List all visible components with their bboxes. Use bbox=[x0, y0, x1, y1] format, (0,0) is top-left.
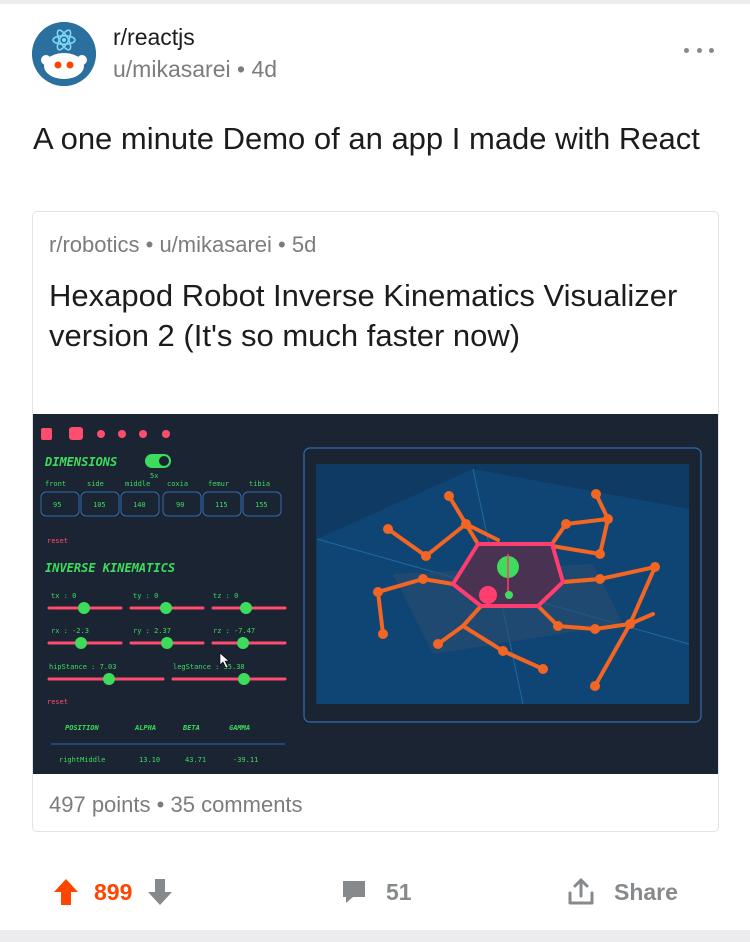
comments-button[interactable]: 51 bbox=[340, 866, 412, 918]
crosspost-card[interactable]: r/robotics • u/mikasarei • 5d Hexapod Ro… bbox=[32, 211, 719, 832]
crosspost-author[interactable]: u/mikasarei bbox=[159, 232, 271, 257]
crosspost-age: 5d bbox=[291, 232, 317, 257]
svg-text:43.71: 43.71 bbox=[185, 756, 206, 764]
svg-text:155: 155 bbox=[255, 501, 268, 509]
reddit-snoo-icon bbox=[32, 22, 96, 86]
crosspost-subreddit[interactable]: r/robotics bbox=[49, 232, 139, 257]
subreddit-name[interactable]: r/reactjs bbox=[113, 24, 195, 51]
svg-text:reset: reset bbox=[47, 698, 68, 706]
meta-separator: • bbox=[237, 56, 252, 82]
svg-text:115: 115 bbox=[215, 501, 228, 509]
share-button[interactable]: Share bbox=[566, 866, 678, 918]
upvote-arrow-icon[interactable] bbox=[52, 877, 80, 907]
svg-text:ALPHA: ALPHA bbox=[134, 724, 156, 732]
downvote-arrow-icon[interactable] bbox=[146, 877, 174, 907]
bottom-divider bbox=[0, 930, 750, 942]
svg-text:105: 105 bbox=[93, 501, 106, 509]
dot-icon bbox=[684, 47, 689, 53]
svg-text:140: 140 bbox=[133, 501, 146, 509]
svg-text:tx : 0: tx : 0 bbox=[51, 592, 76, 600]
crosspost-meta: r/robotics • u/mikasarei • 5d bbox=[49, 232, 317, 257]
svg-text:13.10: 13.10 bbox=[139, 756, 160, 764]
vote-score: 899 bbox=[94, 878, 133, 905]
svg-text:rightMiddle: rightMiddle bbox=[59, 756, 105, 764]
svg-text:tz : 0: tz : 0 bbox=[213, 592, 238, 600]
vote-controls: 899 bbox=[52, 866, 174, 918]
post-title[interactable]: A one minute Demo of an app I made with … bbox=[33, 118, 723, 159]
hexapod-app-screenshot: DIMENSIONS 5x front side middle coxia fe… bbox=[33, 414, 718, 774]
svg-text:rx : -2.3: rx : -2.3 bbox=[51, 627, 89, 635]
svg-text:ry : 2.37: ry : 2.37 bbox=[133, 627, 171, 635]
comment-count: 51 bbox=[386, 878, 412, 905]
share-label: Share bbox=[614, 878, 678, 905]
author-link[interactable]: u/mikasarei bbox=[113, 56, 231, 82]
more-options-button[interactable] bbox=[680, 38, 718, 62]
svg-text:front: front bbox=[45, 480, 66, 488]
svg-text:rz : -7.47: rz : -7.47 bbox=[213, 627, 255, 635]
svg-text:side: side bbox=[87, 480, 104, 488]
svg-text:POSITION: POSITION bbox=[65, 724, 100, 732]
svg-text:BETA: BETA bbox=[182, 724, 200, 732]
dot-icon bbox=[696, 47, 702, 53]
svg-text:tibia: tibia bbox=[249, 480, 270, 488]
svg-text:ty : 0: ty : 0 bbox=[133, 592, 158, 600]
crosspost-points: 497 points bbox=[49, 792, 151, 817]
svg-text:middle: middle bbox=[125, 480, 150, 488]
svg-text:5x: 5x bbox=[150, 472, 158, 480]
ik-title: INVERSE KINEMATICS bbox=[45, 561, 175, 575]
post-action-bar: 899 51 Share bbox=[0, 866, 750, 918]
video-preview[interactable]: DIMENSIONS 5x front side middle coxia fe… bbox=[33, 414, 718, 774]
comment-bubble-icon bbox=[343, 881, 365, 903]
svg-text:95: 95 bbox=[53, 501, 61, 509]
svg-text:reset: reset bbox=[47, 537, 68, 545]
crosspost-comments[interactable]: 35 comments bbox=[170, 792, 302, 817]
dot-icon bbox=[709, 47, 714, 53]
post-card[interactable]: r/reactjs u/mikasarei • 4d A one minute … bbox=[0, 4, 750, 930]
dimensions-title: DIMENSIONS bbox=[44, 455, 117, 469]
svg-text:hipStance : 7.03: hipStance : 7.03 bbox=[49, 663, 116, 671]
svg-text:90: 90 bbox=[176, 501, 184, 509]
share-upload-icon bbox=[568, 878, 594, 905]
svg-text:legStance : 35.38: legStance : 35.38 bbox=[173, 663, 245, 671]
github-icon bbox=[69, 427, 83, 440]
svg-text:GAMMA: GAMMA bbox=[229, 724, 250, 732]
svg-text:-39.11: -39.11 bbox=[233, 756, 258, 764]
svg-text:femur: femur bbox=[208, 480, 229, 488]
post-age: 4d bbox=[251, 56, 278, 82]
crosspost-stats: 497 points • 35 comments bbox=[49, 792, 303, 817]
subreddit-avatar[interactable] bbox=[32, 22, 96, 86]
coffee-icon bbox=[41, 428, 52, 440]
post-meta: u/mikasarei • 4d bbox=[113, 56, 277, 83]
svg-text:coxia: coxia bbox=[167, 480, 188, 488]
crosspost-title[interactable]: Hexapod Robot Inverse Kinematics Visuali… bbox=[49, 276, 699, 356]
